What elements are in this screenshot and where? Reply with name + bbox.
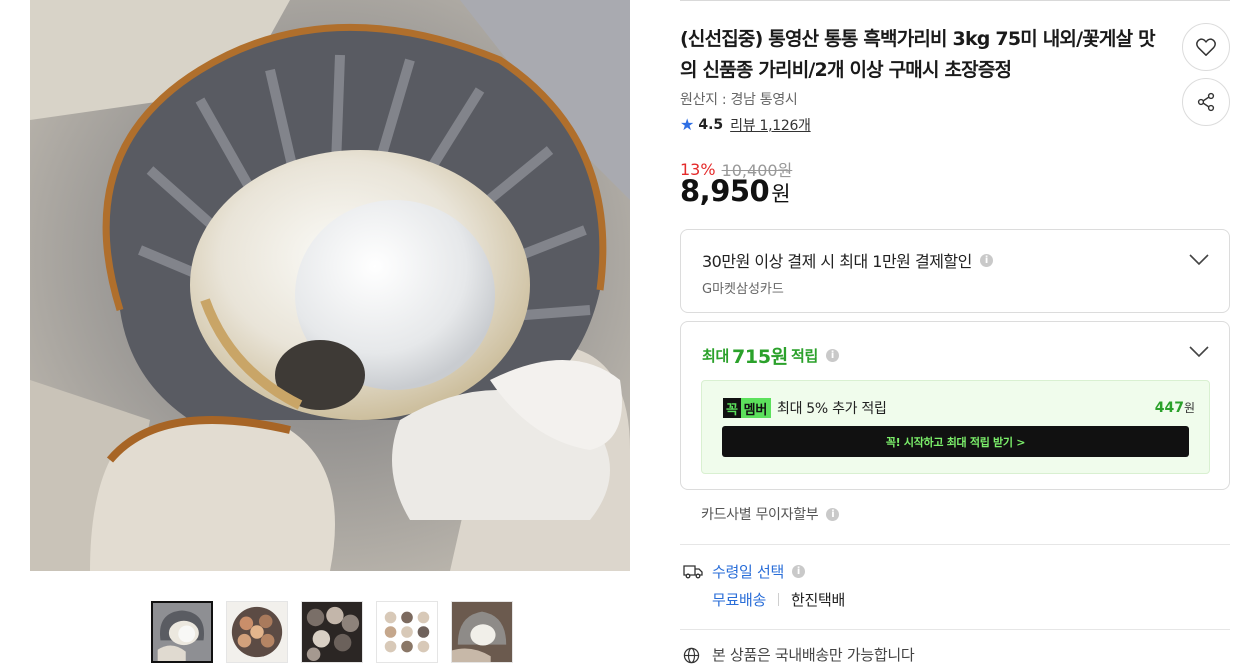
product-title: (신선집중) 통영산 통통 흑백가리비 3kg 75미 내외/꽃게살 맛의 신품…: [680, 28, 1156, 81]
courier-name: 한진택배: [791, 591, 846, 609]
info-icon[interactable]: i: [825, 349, 839, 362]
divider: [680, 629, 1230, 630]
member-amount: 447원: [1155, 399, 1195, 416]
thumbnail-3[interactable]: [301, 601, 363, 663]
rating-summary: ★ 4.5 리뷰 1,126개: [680, 115, 811, 135]
free-shipping-label: 무료배송: [712, 591, 767, 609]
rating-score: 4.5: [698, 117, 724, 133]
sale-price: 8,950 원: [680, 174, 791, 208]
domestic-shipping-notice: 본 상품은 국내배송만 가능합니다: [712, 646, 915, 664]
share-icon: [1197, 92, 1215, 112]
info-icon[interactable]: i: [979, 253, 993, 267]
installment-text: 카드사별 무이자할부: [701, 507, 819, 523]
delivery-date-select[interactable]: 수령일 선택 i: [712, 561, 805, 582]
heart-icon: [1196, 38, 1216, 56]
points-suffix: 적립: [790, 347, 818, 365]
member-badge: 꼭 멤버: [723, 398, 771, 418]
separator: [778, 593, 780, 606]
member-badge-label: 멤버: [743, 402, 768, 418]
member-benefit-text: 최대 5% 추가 적립: [777, 401, 887, 417]
thumbnail-1[interactable]: [151, 601, 213, 663]
points-title-row: 최대 715원 적립 i: [702, 342, 839, 369]
divider: [680, 544, 1230, 545]
star-icon: ★: [680, 115, 695, 134]
card-discount-box[interactable]: 30만원 이상 결제 시 최대 1만원 결제할인 i G마켓삼성카드: [680, 229, 1230, 313]
member-benefit-row: 꼭 멤버 최대 5% 추가 적립: [723, 398, 887, 418]
thumbnail-4[interactable]: [376, 601, 438, 663]
points-amount: 715원: [732, 346, 788, 368]
truck-icon: [683, 565, 703, 579]
globe-icon: [683, 647, 700, 664]
chevron-down-icon[interactable]: [1189, 346, 1209, 358]
info-icon[interactable]: i: [791, 565, 805, 578]
delivery-title-text: 수령일 선택: [712, 563, 784, 581]
origin-text: 원산지 : 경남 통영시: [680, 92, 798, 108]
card-name: G마켓삼성카드: [702, 282, 784, 297]
thumbnail-5[interactable]: [451, 601, 513, 663]
thumbnail-2[interactable]: [226, 601, 288, 663]
member-amount-value: 447: [1154, 400, 1184, 416]
delivery-info: 무료배송 한진택배: [712, 589, 845, 610]
sale-price-unit: 원: [771, 182, 791, 206]
info-icon[interactable]: i: [826, 507, 840, 521]
wishlist-button[interactable]: [1182, 23, 1230, 71]
product-info-panel: (신선집중) 통영산 통통 흑백가리비 3kg 75미 내외/꽃게살 맛의 신품…: [680, 0, 1230, 666]
sale-price-amount: 8,950: [680, 174, 770, 208]
member-benefit-box: 꼭 멤버 최대 5% 추가 적립 447원 꼭! 시작하고 최대 적립 받기 >: [701, 380, 1210, 474]
top-divider: [680, 0, 1230, 1]
member-amount-unit: 원: [1183, 401, 1195, 415]
points-prefix: 최대: [702, 347, 730, 365]
main-product-image: [30, 0, 630, 571]
card-discount-title: 30만원 이상 결제 시 최대 1만원 결제할인: [702, 252, 972, 271]
member-start-button[interactable]: 꼭! 시작하고 최대 적립 받기 >: [722, 426, 1189, 457]
chevron-down-icon[interactable]: [1189, 254, 1209, 266]
installment-row: 카드사별 무이자할부 i: [701, 504, 840, 524]
review-link[interactable]: 리뷰 1,126개: [730, 115, 811, 135]
card-discount-title-row: 30만원 이상 결제 시 최대 1만원 결제할인 i: [702, 248, 993, 272]
member-badge-k: 꼭: [723, 398, 741, 418]
thumbnail-strip: [151, 601, 513, 663]
points-box: 최대 715원 적립 i 꼭 멤버 최대 5% 추가 적립 447원 꼭! 시작…: [680, 321, 1230, 490]
share-button[interactable]: [1182, 78, 1230, 126]
